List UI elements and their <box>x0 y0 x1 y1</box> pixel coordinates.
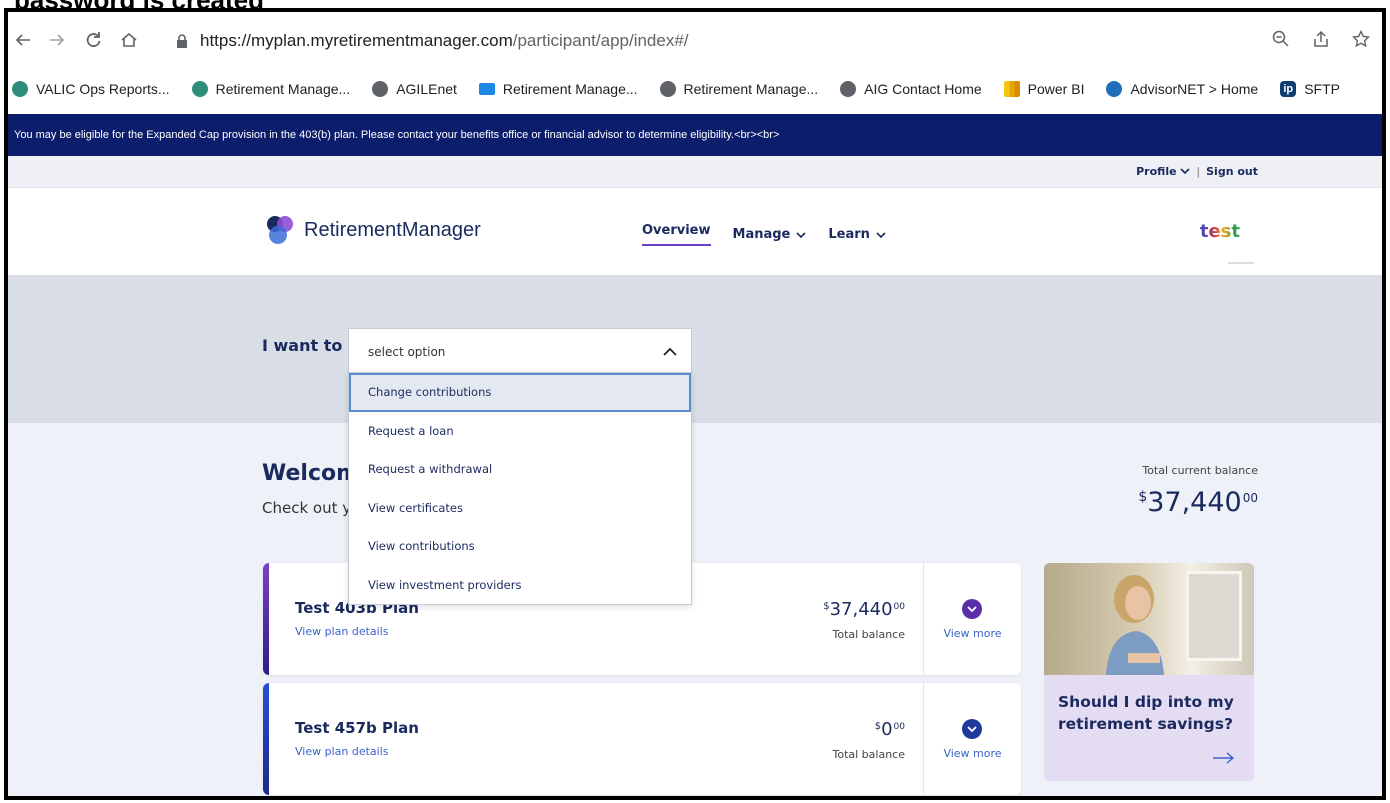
chevron-down-icon <box>962 599 982 619</box>
option-change-contributions[interactable]: Change contributions <box>349 373 691 412</box>
option-view-certificates[interactable]: View certificates <box>349 489 691 528</box>
bookmark-valic-ops-reports[interactable]: VALIC Ops Reports... <box>12 81 170 97</box>
ip-icon: ip <box>1280 81 1297 97</box>
chevron-up-icon <box>663 347 677 356</box>
advisornet-icon <box>1106 81 1123 97</box>
chevron-down-icon <box>876 231 886 238</box>
plan-balance: $0 00 <box>874 719 905 740</box>
profile-menu[interactable]: Profile <box>1136 165 1190 178</box>
sign-out-link[interactable]: Sign out <box>1206 165 1258 178</box>
overview-main: Welcom Check out y Total current balance… <box>8 423 1382 796</box>
total-balance-value: $37,440 00 <box>1138 487 1258 518</box>
bookmark-power-bi[interactable]: Power BI <box>1003 81 1084 97</box>
globe-icon <box>840 81 857 97</box>
lock-icon <box>177 34 187 48</box>
logo-text: RetirementManager <box>304 218 481 241</box>
view-more-label: View more <box>943 747 1002 760</box>
promo-card[interactable]: Should I dip into my retirement savings? <box>1044 563 1254 781</box>
view-more-label: View more <box>943 627 1002 640</box>
plan-balance: $37,440 00 <box>823 599 905 620</box>
logo-underline <box>1228 262 1254 264</box>
logo-mark-icon <box>267 216 293 244</box>
view-plan-details-link[interactable]: View plan details <box>295 625 389 638</box>
welcome-subtext: Check out y <box>262 499 352 517</box>
option-view-investment-providers[interactable]: View investment providers <box>349 566 691 605</box>
bookmarks-bar: VALIC Ops Reports... Retirement Manage..… <box>8 74 1382 104</box>
select-value: select option <box>368 345 446 359</box>
main-nav: Overview Manage Learn <box>642 223 886 246</box>
i-want-to-dropdown: Change contributions Request a loan Requ… <box>348 372 692 605</box>
home-icon[interactable] <box>118 29 140 51</box>
forward-arrow-icon[interactable] <box>46 29 68 51</box>
sharepoint-icon <box>191 81 208 97</box>
back-arrow-icon[interactable] <box>12 29 34 51</box>
star-icon[interactable] <box>1352 30 1370 48</box>
separator: | <box>1196 165 1201 178</box>
bookmark-retirement-manager-3[interactable]: Retirement Manage... <box>659 81 818 97</box>
promo-text: Should I dip into my retirement savings? <box>1058 693 1234 733</box>
employer-logo: test <box>1199 221 1240 242</box>
plan-accent-bar <box>263 563 269 675</box>
arrow-right-icon <box>1213 752 1235 764</box>
total-balance-label: Total current balance <box>1142 464 1258 477</box>
chevron-down-icon <box>1180 168 1190 175</box>
woman-photo <box>1106 575 1164 675</box>
bookmark-aig-contact-home[interactable]: AIG Contact Home <box>840 81 982 97</box>
plan-name: Test 457b Plan <box>295 719 419 737</box>
welcome-heading: Welcom <box>262 461 360 486</box>
option-view-contributions[interactable]: View contributions <box>349 527 691 566</box>
nav-overview[interactable]: Overview <box>642 223 711 246</box>
plan-accent-bar <box>263 683 269 795</box>
window-shape <box>1186 571 1242 661</box>
address-bar[interactable]: https://myplan.myretirementmanager.com/p… <box>176 28 689 54</box>
i-want-to-label: I want to <box>262 336 343 355</box>
bookmark-retirement-manager-2[interactable]: Retirement Manage... <box>478 81 638 97</box>
url-path: /participant/app/index#/ <box>512 31 689 50</box>
share-icon[interactable] <box>1312 30 1330 48</box>
chevron-down-icon <box>796 231 806 238</box>
view-more-button[interactable]: View more <box>924 683 1021 795</box>
screenshot-frame: https://myplan.myretirementmanager.com/p… <box>4 8 1386 800</box>
option-request-withdrawal[interactable]: Request a withdrawal <box>349 450 691 489</box>
profile-strip: Profile | Sign out <box>8 156 1382 188</box>
browser-toolbar: https://myplan.myretirementmanager.com/p… <box>8 12 1382 68</box>
nav-learn[interactable]: Learn <box>828 223 886 246</box>
powerbi-icon <box>1003 81 1020 97</box>
sharepoint-icon <box>12 81 28 97</box>
bookmark-retirement-manager-1[interactable]: Retirement Manage... <box>191 81 350 97</box>
reload-icon[interactable] <box>82 29 104 51</box>
plan-balance-label: Total balance <box>832 628 906 641</box>
plan-card: Test 457b Plan View plan details $0 00 To… <box>263 683 1021 795</box>
bookmark-agilenet[interactable]: AGILEnet <box>372 81 457 97</box>
url-host: https://myplan.myretirementmanager.com <box>200 31 513 50</box>
globe-icon <box>659 81 676 97</box>
bookmark-sftp[interactable]: ip SFTP <box>1280 81 1340 97</box>
promo-image <box>1044 563 1254 675</box>
i-want-to-select[interactable]: select option <box>348 328 692 374</box>
view-more-button[interactable]: View more <box>924 563 1021 675</box>
zoom-icon[interactable] <box>1272 30 1290 48</box>
valic-icon <box>478 83 495 95</box>
eligibility-banner: You may be eligible for the Expanded Cap… <box>8 114 1382 156</box>
i-want-to-band: I want to select option <box>8 275 1382 423</box>
globe-icon <box>372 81 389 97</box>
view-plan-details-link[interactable]: View plan details <box>295 745 389 758</box>
bookmark-advisornet[interactable]: AdvisorNET > Home <box>1106 81 1258 97</box>
plan-balance-label: Total balance <box>832 748 906 761</box>
site-header: RetirementManager Overview Manage Learn … <box>8 188 1382 275</box>
nav-manage[interactable]: Manage <box>733 223 807 246</box>
chevron-down-icon <box>962 719 982 739</box>
retirement-manager-logo[interactable]: RetirementManager <box>264 214 481 246</box>
option-request-loan[interactable]: Request a loan <box>349 412 691 451</box>
